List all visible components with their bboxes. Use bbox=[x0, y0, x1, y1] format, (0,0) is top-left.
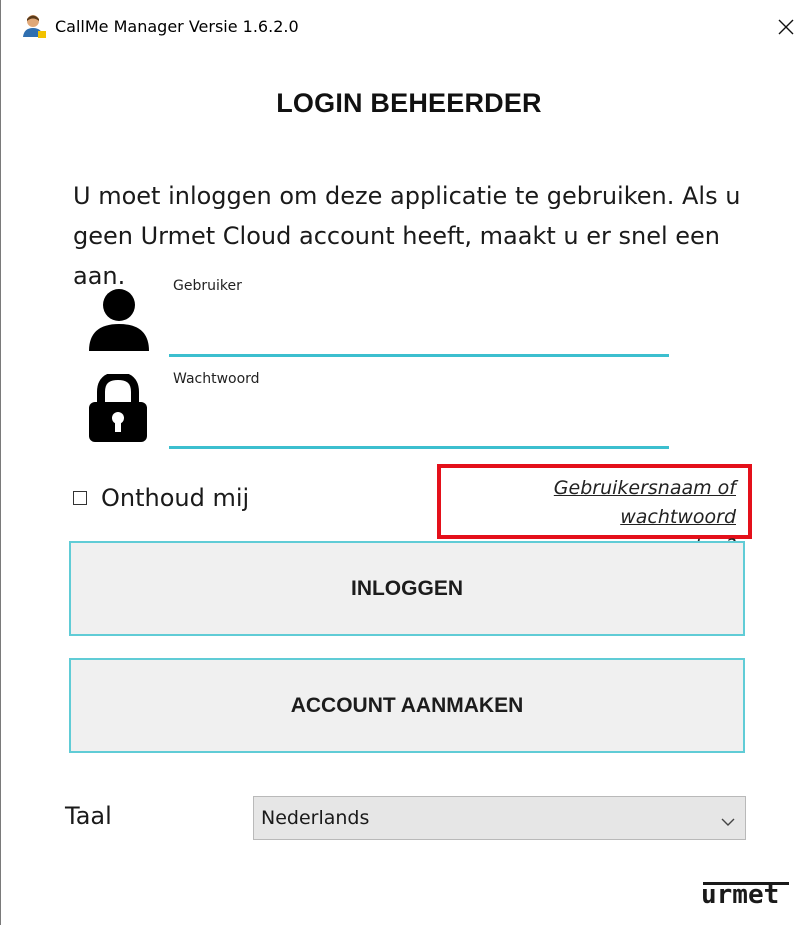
lock-icon bbox=[89, 371, 147, 446]
login-button[interactable]: INLOGGEN bbox=[69, 541, 745, 636]
language-select[interactable]: Nederlands bbox=[253, 796, 746, 840]
remember-me-checkbox[interactable]: Onthoud mij bbox=[73, 484, 249, 512]
page-title: LOGIN BEHEERDER bbox=[276, 88, 542, 118]
user-icon bbox=[87, 288, 151, 356]
password-label: Wachtwoord bbox=[173, 371, 260, 387]
title-bar: CallMe Manager Versie 1.6.2.0 bbox=[1, 0, 809, 58]
forgot-highlight-box: Gebruikersnaam of wachtwoord vergeten? bbox=[437, 464, 752, 557]
password-input[interactable] bbox=[169, 393, 669, 449]
window-title: CallMe Manager Versie 1.6.2.0 bbox=[55, 17, 299, 36]
app-person-icon bbox=[21, 13, 47, 39]
remember-me-label: Onthoud mij bbox=[101, 484, 250, 512]
username-input[interactable] bbox=[169, 300, 669, 357]
urmet-logo: urmet bbox=[701, 880, 780, 910]
checkbox-box[interactable] bbox=[73, 491, 87, 505]
login-window: CallMe Manager Versie 1.6.2.0 LOGIN BEHE… bbox=[0, 0, 809, 925]
language-label: Taal bbox=[65, 802, 112, 830]
close-button[interactable] bbox=[763, 0, 809, 58]
forgot-link-line1: Gebruikersnaam of wachtwoord bbox=[553, 477, 736, 528]
language-selected-value: Nederlands bbox=[261, 807, 370, 829]
close-icon bbox=[778, 19, 794, 39]
chevron-down-icon bbox=[721, 812, 735, 831]
username-label: Gebruiker bbox=[173, 278, 242, 294]
create-account-button[interactable]: ACCOUNT AANMAKEN bbox=[69, 658, 745, 753]
